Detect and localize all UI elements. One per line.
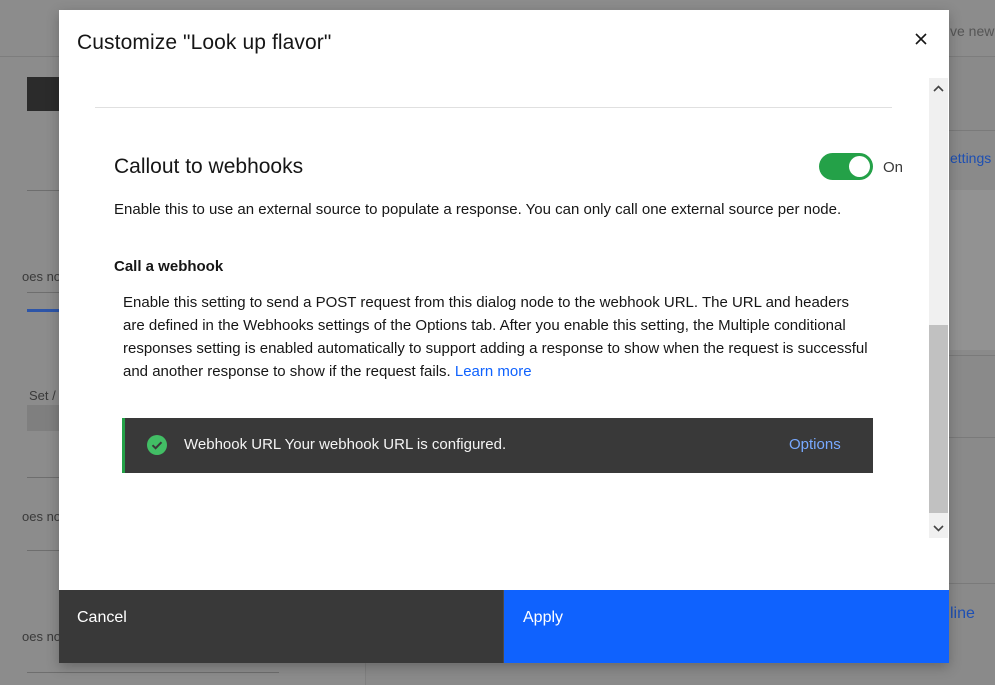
call-webhook-heading: Call a webhook [114,258,224,275]
content-scrollbar[interactable] [929,78,948,538]
toggle-state-label: On [883,159,904,176]
background-divider [27,292,59,293]
background-card [948,190,995,350]
webhook-explanation: Enable this setting to send a POST reque… [123,291,873,383]
notification-text: Webhook URL Your webhook URL is configur… [184,436,507,453]
background-divider [27,477,59,478]
background-top-right-text: ve new [950,23,995,39]
cancel-button[interactable]: Cancel [59,590,503,663]
background-divider [27,190,59,191]
section-description: Enable this to use an external source to… [114,201,842,218]
background-input-fill [27,405,61,431]
webhook-notification: Webhook URL Your webhook URL is configur… [122,418,873,473]
background-divider [948,130,995,131]
background-divider [27,672,279,673]
modal-footer: Cancel Apply [59,590,949,663]
background-line-link: line [950,605,975,622]
background-row-text: oes no [22,509,62,524]
background-set-text: Set / [29,388,56,403]
section-divider [95,107,892,108]
background-settings-link: ettings [950,150,992,166]
checkmark-icon [147,435,167,455]
background-divider [948,355,995,356]
webhook-toggle[interactable] [819,153,873,180]
toggle-knob [849,156,870,177]
scroll-down-button[interactable] [929,518,948,538]
background-active-indicator [27,309,59,312]
background-divider [948,583,995,584]
customize-modal: Customize "Look up flavor" Callout to we… [59,10,949,663]
background-row-text: oes no [22,629,62,644]
close-icon [915,33,927,45]
section-title: Callout to webhooks [114,155,304,178]
options-link[interactable]: Options [789,436,841,453]
learn-more-link[interactable]: Learn more [455,363,532,380]
background-divider [27,550,59,551]
apply-button[interactable]: Apply [503,590,949,663]
chevron-down-icon [933,524,944,532]
background-divider [948,437,995,438]
scroll-thumb[interactable] [929,325,948,513]
modal-content: Callout to webhooks On Enable this to us… [59,78,929,590]
chevron-up-icon [933,84,944,92]
modal-title: Customize "Look up flavor" [77,31,332,54]
close-button[interactable] [906,24,936,54]
background-row-text: oes no [22,269,62,284]
scroll-up-button[interactable] [929,78,948,98]
